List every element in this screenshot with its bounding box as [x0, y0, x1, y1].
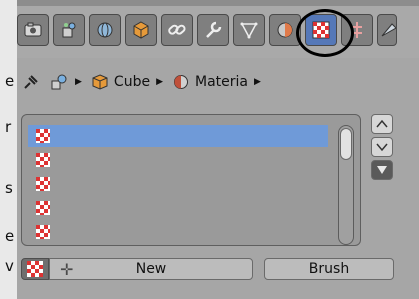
new-material-button[interactable]: ✛ New [49, 258, 253, 280]
slot-buttons [371, 114, 393, 183]
material-slot-list[interactable] [21, 114, 361, 246]
scrollbar-thumb[interactable] [340, 128, 352, 160]
object-data-icon [240, 22, 258, 39]
text-fragment: v [5, 257, 14, 275]
text-fragment: s [5, 179, 13, 197]
cube-icon [92, 74, 108, 90]
world-icon [133, 21, 149, 39]
list-scrollbar[interactable] [338, 125, 354, 245]
particles-icon [381, 23, 396, 37]
material-icon [36, 153, 50, 167]
render-icon [24, 22, 42, 37]
render-layers-icon [62, 22, 76, 38]
tab-modifiers[interactable] [197, 14, 229, 46]
constraints-icon [168, 24, 186, 35]
material-icon [27, 261, 43, 277]
scene-icon [51, 74, 67, 90]
list-item[interactable] [28, 197, 328, 219]
material-icon [36, 177, 50, 191]
breadcrumb-separator-icon: ▶ [75, 77, 82, 87]
breadcrumb-object-label: Cube [113, 74, 151, 90]
browse-material-button[interactable] [21, 258, 49, 280]
material-sphere-icon [174, 75, 188, 89]
material-datablock-row: ✛ New Brush [21, 258, 411, 280]
scene-icon [97, 22, 113, 38]
list-item[interactable] [28, 125, 328, 147]
properties-panel: ▶ Cube ▶ Materia ▶ ✛ New Brush [17, 0, 419, 299]
tab-particles[interactable] [377, 14, 397, 46]
chevron-down-icon [376, 143, 388, 152]
tab-object[interactable] [161, 14, 193, 46]
left-edge-text-strip: e r s e v [0, 0, 17, 299]
list-item[interactable] [28, 149, 328, 171]
highlight-circle-annotation [296, 9, 354, 57]
object-icon [277, 22, 293, 38]
material-icon [36, 225, 50, 239]
move-slot-down-button[interactable] [371, 137, 393, 157]
breadcrumb: ▶ Cube ▶ Materia ▶ [17, 62, 419, 102]
properties-tab-bar [17, 0, 419, 58]
tab-world[interactable] [125, 14, 157, 46]
tab-render[interactable] [17, 14, 49, 46]
triangle-down-icon [377, 166, 387, 174]
material-icon [36, 201, 50, 215]
pin-icon[interactable] [21, 72, 41, 92]
material-icon [36, 129, 50, 143]
tab-scene[interactable] [89, 14, 121, 46]
modifiers-icon [206, 21, 222, 38]
chevron-up-icon [376, 119, 388, 128]
breadcrumb-separator-icon: ▶ [156, 77, 163, 87]
move-slot-up-button[interactable] [371, 114, 393, 134]
text-fragment: e [5, 227, 15, 245]
new-button-label: New [135, 261, 167, 277]
text-fragment: e [5, 72, 15, 90]
list-item[interactable] [28, 221, 328, 243]
slot-specials-menu-button[interactable] [371, 160, 393, 180]
breadcrumb-separator-icon: ▶ [254, 77, 261, 87]
tab-object-data[interactable] [233, 14, 265, 46]
text-fragment: r [5, 118, 12, 136]
brush-button[interactable]: Brush [264, 258, 394, 280]
breadcrumb-material-label: Materia [195, 74, 248, 90]
top-border [17, 0, 419, 6]
list-item[interactable] [28, 173, 328, 195]
tab-render-layers[interactable] [53, 14, 85, 46]
